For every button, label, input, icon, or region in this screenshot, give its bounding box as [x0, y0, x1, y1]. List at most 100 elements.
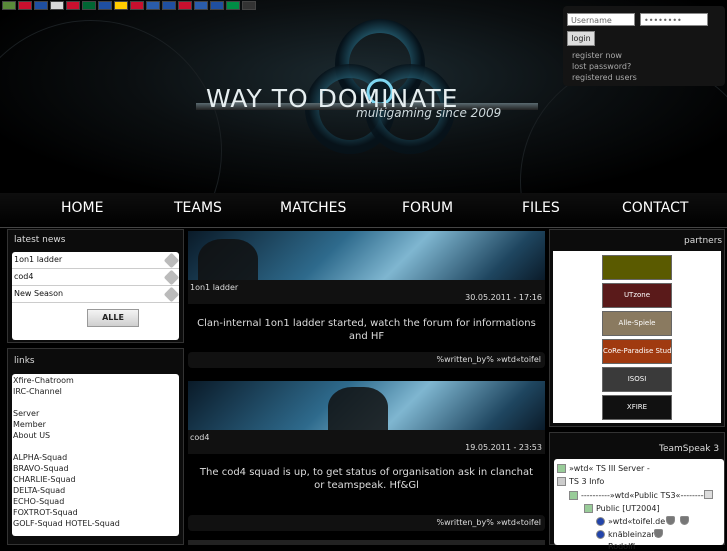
language-flag-icon[interactable] — [210, 1, 224, 10]
link-irc-channel[interactable]: IRC-Channel — [13, 387, 62, 396]
news-item[interactable]: cod4 — [12, 269, 180, 286]
registered-users-link[interactable]: registered users — [572, 73, 637, 82]
pin-icon — [163, 252, 180, 269]
server-icon — [557, 464, 566, 473]
links-list: Xfire-Chatroom IRC-Channel Server Member… — [12, 374, 179, 536]
register-link[interactable]: register now — [572, 51, 622, 60]
article-banner-image — [188, 381, 545, 431]
language-flag-icon[interactable] — [194, 1, 208, 10]
home-icon — [704, 490, 713, 499]
nav-matches[interactable]: MATCHES — [280, 200, 346, 216]
partner-banner[interactable]: XFIRE — [602, 395, 672, 420]
nav-forum[interactable]: FORUM — [402, 200, 453, 216]
channel-icon — [569, 491, 578, 500]
language-flag-icon[interactable] — [98, 1, 112, 10]
article-author[interactable]: %written_by% »wtd«toifel — [437, 518, 542, 527]
article-body: Clan-internal 1on1 ladder started, watch… — [197, 318, 536, 342]
pin-icon — [163, 269, 180, 286]
language-flag-icon[interactable] — [146, 1, 160, 10]
nav-files[interactable]: FILES — [522, 200, 560, 216]
language-flag-icon[interactable] — [66, 1, 80, 10]
user-icon — [596, 530, 605, 539]
link-delta-squad[interactable]: DELTA-Squad — [13, 486, 65, 495]
ts-info[interactable]: TS 3 Info — [569, 477, 604, 486]
article-header: 1on1 ladder 30.05.2011 - 17:16 — [188, 280, 545, 304]
language-flag-icon[interactable] — [34, 1, 48, 10]
latest-news-title: latest news — [14, 235, 66, 245]
language-flag-icon[interactable] — [162, 1, 176, 10]
shield-icon — [666, 516, 675, 525]
partner-label: CoRe-Paradise Studios — [603, 347, 682, 355]
language-flag-icon[interactable] — [82, 1, 96, 10]
shield-icon — [680, 516, 689, 525]
ts-user[interactable]: knäbleinzarl — [608, 530, 657, 539]
link-golf-hotel-squad[interactable]: GOLF-Squad HOTEL-Squad — [13, 519, 120, 528]
teamspeak-title: TeamSpeak 3 — [659, 444, 720, 454]
next-article-edge — [188, 540, 545, 545]
ts-channel[interactable]: ----------»wtd«Public TS3«---------- — [581, 491, 709, 500]
ts-subchannel[interactable]: Public [UT2004] — [596, 504, 660, 513]
soldier-silhouette — [198, 239, 258, 281]
language-flag-icon[interactable] — [2, 1, 16, 10]
news-item-label: cod4 — [14, 272, 34, 281]
article-label[interactable]: cod4 — [190, 433, 209, 442]
partner-label: Alle-Spiele — [618, 319, 656, 327]
language-flag-icon[interactable] — [18, 1, 32, 10]
username-input[interactable]: Username — [567, 13, 635, 26]
shield-icon — [654, 529, 663, 538]
channel-icon — [584, 504, 593, 513]
soldier-silhouette — [328, 387, 388, 431]
nav-divider — [0, 227, 727, 228]
news-item-label: 1on1 ladder — [14, 255, 63, 264]
link-alpha-squad[interactable]: ALPHA-Squad — [13, 453, 67, 462]
language-flag-icon[interactable] — [242, 1, 256, 10]
partners-title: partners — [684, 236, 723, 246]
language-flag-icon[interactable] — [114, 1, 128, 10]
login-button[interactable]: login — [567, 31, 595, 46]
partner-label: UTzone — [623, 291, 651, 299]
article-label[interactable]: 1on1 ladder — [190, 283, 238, 292]
language-flag-icon[interactable] — [226, 1, 240, 10]
link-foxtrot-squad[interactable]: FOXTROT-Squad — [13, 508, 78, 517]
main-navigation: HOME TEAMS MATCHES FORUM FILES CONTACT — [0, 193, 727, 227]
article-body: The cod4 squad is up, to get status of o… — [199, 467, 534, 491]
article-date: 30.05.2011 - 17:16 — [465, 293, 542, 302]
partner-banner[interactable] — [602, 255, 672, 280]
link-about-us[interactable]: About US — [13, 431, 50, 440]
partner-banner[interactable]: UTzone — [602, 283, 672, 308]
link-charlie-squad[interactable]: CHARLIE-Squad — [13, 475, 76, 484]
language-flag-icon[interactable] — [50, 1, 64, 10]
language-flag-icon[interactable] — [130, 1, 144, 10]
article-date: 19.05.2011 - 23:53 — [465, 443, 542, 452]
ts-server-name[interactable]: »wtd« TS III Server - — [569, 464, 650, 473]
link-xfire-chatroom[interactable]: Xfire-Chatroom — [13, 376, 74, 385]
ts-user[interactable]: Rodolfi — [608, 542, 635, 551]
language-flag-icon[interactable] — [178, 1, 192, 10]
ts-user[interactable]: »wtd«toifel.de — [608, 517, 665, 526]
link-echo-squad[interactable]: ECHO-Squad — [13, 497, 64, 506]
site-header: WAY TO DOMINATE multigaming since 2009 — [0, 0, 727, 193]
link-member[interactable]: Member — [13, 420, 46, 429]
info-icon — [557, 477, 566, 486]
article-footer: %written_by% »wtd«toifel — [188, 515, 545, 531]
article-footer: %written_by% »wtd«toifel — [188, 352, 545, 368]
site-subtitle: multigaming since 2009 — [356, 106, 502, 120]
news-item[interactable]: 1on1 ladder — [12, 252, 180, 269]
news-item[interactable]: New Season — [12, 286, 180, 303]
user-icon — [596, 517, 605, 526]
nav-home[interactable]: HOME — [61, 200, 103, 216]
partner-label: ISOSI — [627, 375, 647, 383]
news-item-label: New Season — [14, 289, 64, 298]
nav-contact[interactable]: CONTACT — [622, 200, 688, 216]
link-server[interactable]: Server — [13, 409, 39, 418]
lost-password-link[interactable]: lost password? — [572, 62, 631, 71]
partner-banner[interactable]: Alle-Spiele — [602, 311, 672, 336]
all-news-button[interactable]: ALLE — [87, 309, 139, 327]
link-bravo-squad[interactable]: BRAVO-Squad — [13, 464, 69, 473]
partner-banner[interactable]: ISOSI — [602, 367, 672, 392]
article-author[interactable]: %written_by% »wtd«toifel — [437, 355, 542, 364]
password-input[interactable]: •••••••• — [640, 13, 708, 26]
partner-banner[interactable]: CoRe-Paradise Studios — [602, 339, 682, 364]
nav-teams[interactable]: TEAMS — [174, 200, 222, 216]
teamspeak-tree: »wtd« TS III Server - TS 3 Info --------… — [554, 459, 724, 551]
